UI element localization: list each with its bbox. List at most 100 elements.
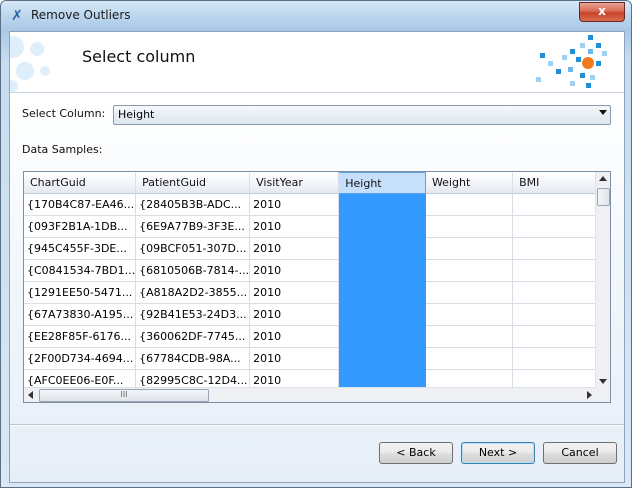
table-cell[interactable] [425, 237, 514, 260]
back-button[interactable]: < Back [379, 442, 453, 464]
table-cell[interactable] [512, 193, 596, 216]
table-cell[interactable]: {28405B3B-ADC... [135, 193, 251, 216]
table-cell[interactable] [338, 347, 426, 370]
data-samples-grid[interactable]: ChartGuid PatientGuid VisitYear Height Weigh… [23, 171, 611, 403]
grid-viewport: ChartGuid PatientGuid VisitYear Height Weigh… [24, 172, 596, 388]
page-title: Select column [82, 47, 196, 66]
column-header-visityear[interactable]: VisitYear [249, 172, 340, 194]
table-body: {170B4C87-EA46... {28405B3B-ADC... 2010 {09… [24, 193, 596, 388]
table-row[interactable]: {093F2B1A-1DB... {6E9A77B9-3F3E... 2010 [24, 215, 596, 238]
table-cell[interactable]: {6E9A77B9-3F3E... [135, 215, 251, 238]
column-header-weight[interactable]: Weight [425, 172, 514, 194]
table-cell[interactable]: {170B4C87-EA46... [24, 193, 137, 216]
table-row[interactable]: {945C455F-3DE... {09BCF051-307D... 2010 [24, 237, 596, 260]
table-cell[interactable] [512, 303, 596, 326]
dialog-client: Select column Select Column: Height Data… [9, 31, 625, 483]
table-cell[interactable] [425, 259, 514, 282]
table-cell[interactable]: 2010 [249, 281, 340, 304]
column-header-patientguid[interactable]: PatientGuid [135, 172, 251, 194]
table-cell[interactable]: {093F2B1A-1DB... [24, 215, 137, 238]
table-row[interactable]: {1291EE50-5471... {A818A2D2-3855... 2010 [24, 281, 596, 304]
table-row[interactable]: {C0841534-7BD1... {6810506B-7814-... 2010 [24, 259, 596, 282]
table-cell[interactable]: 2010 [249, 303, 340, 326]
scroll-right-icon[interactable] [587, 391, 592, 399]
table-cell[interactable] [425, 347, 514, 370]
horizontal-scrollbar[interactable]: III [24, 387, 596, 402]
table-cell[interactable] [338, 303, 426, 326]
dialog-window: ✗ Remove Outliers x Select column Select… [0, 0, 632, 488]
table-cell[interactable]: 2010 [249, 237, 340, 260]
footer-divider [10, 424, 624, 426]
table-cell[interactable] [512, 325, 596, 348]
table-cell[interactable]: {67A73830-A195... [24, 303, 137, 326]
table-cell[interactable] [512, 369, 596, 388]
table-cell[interactable] [425, 281, 514, 304]
table-cell[interactable] [338, 369, 426, 388]
data-samples-label: Data Samples: [22, 143, 103, 156]
column-header-bmi[interactable]: BMI [512, 172, 596, 194]
column-header-chartguid[interactable]: ChartGuid [24, 172, 137, 194]
table-cell[interactable]: {82995C8C-12D4... [135, 369, 251, 388]
horizontal-scroll-thumb[interactable]: III [39, 389, 209, 402]
table-cell[interactable]: 2010 [249, 347, 340, 370]
cancel-button[interactable]: Cancel [543, 442, 617, 464]
table-cell[interactable] [425, 303, 514, 326]
pixel-logo [530, 35, 610, 91]
table-cell[interactable]: {67784CDB-98A... [135, 347, 251, 370]
table-cell[interactable] [512, 215, 596, 238]
table-cell[interactable] [425, 369, 514, 388]
table-cell[interactable] [425, 193, 514, 216]
table-cell[interactable]: {09BCF051-307D... [135, 237, 251, 260]
table-header-row: ChartGuid PatientGuid VisitYear Height Weigh… [24, 172, 596, 194]
table-cell[interactable]: {1291EE50-5471... [24, 281, 137, 304]
scroll-corner [596, 388, 610, 402]
samples-table: ChartGuid PatientGuid VisitYear Height Weigh… [24, 172, 596, 388]
vertical-scrollbar[interactable] [595, 172, 610, 388]
table-cell[interactable]: {C0841534-7BD1... [24, 259, 137, 282]
app-icon: ✗ [11, 8, 23, 24]
table-cell[interactable] [425, 215, 514, 238]
chevron-down-icon[interactable] [599, 110, 607, 115]
table-cell[interactable] [512, 347, 596, 370]
vertical-scroll-thumb[interactable] [597, 188, 610, 206]
table-cell[interactable]: {945C455F-3DE... [24, 237, 137, 260]
table-cell[interactable]: 2010 [249, 215, 340, 238]
table-row[interactable]: {AFC0EE06-E0F... {82995C8C-12D4... 2010 [24, 369, 596, 388]
table-cell[interactable] [338, 215, 426, 238]
select-column-label: Select Column: [22, 107, 106, 120]
table-cell[interactable] [512, 281, 596, 304]
scroll-up-icon[interactable] [599, 176, 607, 181]
table-cell[interactable]: 2010 [249, 259, 340, 282]
scroll-down-icon[interactable] [599, 379, 607, 384]
table-row[interactable]: {67A73830-A195... {92B41E53-24D3... 2010 [24, 303, 596, 326]
next-button[interactable]: Next > [461, 442, 535, 464]
select-column-dropdown[interactable]: Height [113, 105, 611, 125]
scroll-left-icon[interactable] [28, 391, 33, 399]
table-cell[interactable]: 2010 [249, 325, 340, 348]
table-cell[interactable] [338, 281, 426, 304]
table-row[interactable]: {2F00D734-4694... {67784CDB-98A... 2010 [24, 347, 596, 370]
table-cell[interactable]: {AFC0EE06-E0F... [24, 369, 137, 388]
table-cell[interactable] [338, 325, 426, 348]
table-cell[interactable] [338, 237, 426, 260]
table-cell[interactable]: {A818A2D2-3855... [135, 281, 251, 304]
table-cell[interactable]: 2010 [249, 193, 340, 216]
table-row[interactable]: {EE28F85F-6176... {360062DF-7745... 2010 [24, 325, 596, 348]
table-cell[interactable] [338, 259, 426, 282]
table-cell[interactable]: {360062DF-7745... [135, 325, 251, 348]
wizard-header: Select column [10, 32, 624, 93]
table-cell[interactable]: {6810506B-7814-... [135, 259, 251, 282]
table-cell[interactable]: 2010 [249, 369, 340, 388]
column-header-height[interactable]: Height [338, 172, 426, 194]
select-column-value: Height [118, 108, 155, 121]
table-row[interactable]: {170B4C87-EA46... {28405B3B-ADC... 2010 [24, 193, 596, 216]
table-cell[interactable]: {92B41E53-24D3... [135, 303, 251, 326]
table-cell[interactable] [425, 325, 514, 348]
table-cell[interactable]: {EE28F85F-6176... [24, 325, 137, 348]
close-button[interactable]: x [579, 2, 625, 22]
table-cell[interactable]: {2F00D734-4694... [24, 347, 137, 370]
table-cell[interactable] [512, 237, 596, 260]
table-cell[interactable] [338, 193, 426, 216]
table-cell[interactable] [512, 259, 596, 282]
bubbles-decoration [10, 32, 70, 92]
